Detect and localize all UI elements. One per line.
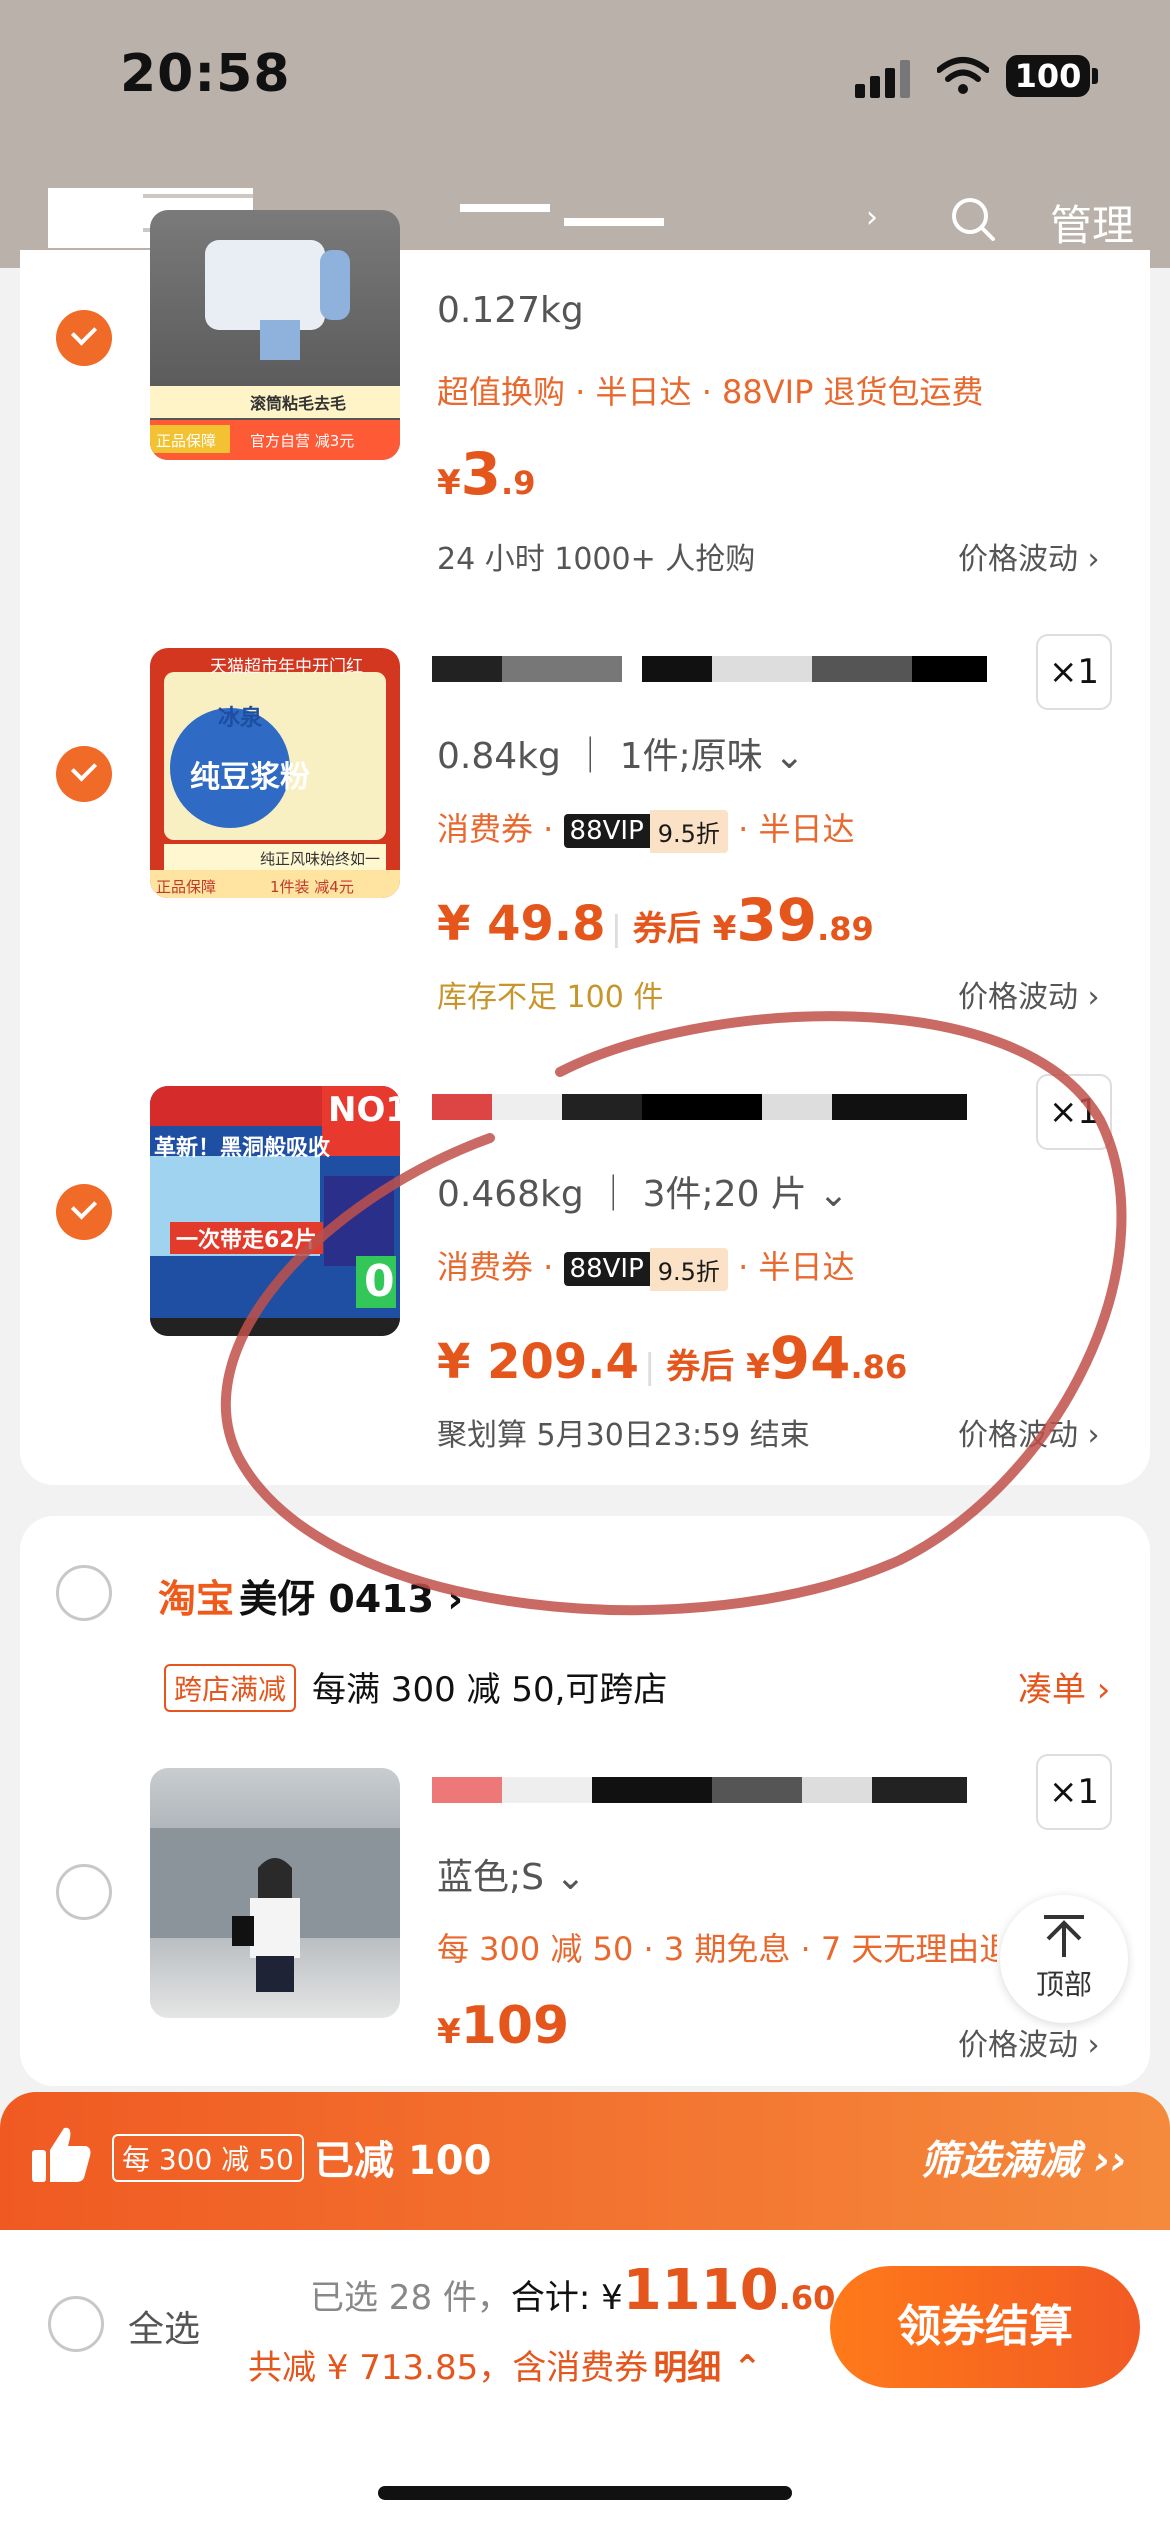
redacted-product-title bbox=[432, 1777, 967, 1803]
vip-discount: 9.5折 bbox=[649, 1247, 728, 1291]
item-weight: 0.127kg bbox=[437, 290, 584, 331]
manage-button[interactable]: 管理 bbox=[1050, 192, 1134, 253]
vip-badge: 88VIP bbox=[563, 814, 650, 848]
thumb-deal: 1件装 减4元 bbox=[270, 878, 354, 896]
item-checkbox[interactable] bbox=[56, 1184, 112, 1240]
vip-badge: 88VIP bbox=[563, 1252, 650, 1286]
coudan-link[interactable]: 凑单 › bbox=[1018, 1662, 1110, 1711]
detail-link[interactable]: 明细 ⌃ bbox=[653, 2348, 761, 2388]
thumb-top: 天猫超市年中开门红 bbox=[210, 657, 363, 677]
item-tags: 消费券 · 88VIP 9.5折 · 半日达 bbox=[437, 1242, 854, 1291]
promo-text: 每满 300 减 50,可跨店 bbox=[312, 1670, 668, 1710]
vip-discount: 9.5折 bbox=[649, 809, 728, 853]
item-tags: 超值换购 · 半日达 · 88VIP 退货包运费 bbox=[437, 373, 984, 411]
quantity-stepper[interactable]: ×1 bbox=[1036, 1074, 1112, 1150]
select-all-label[interactable]: 全选 bbox=[128, 2300, 200, 2352]
price-wave-link[interactable]: 价格波动 › bbox=[958, 534, 1100, 578]
item-tags: 每 300 减 50 · 3 期免息 · 7 天无理由退 bbox=[437, 1930, 997, 1968]
redacted-address[interactable] bbox=[460, 204, 664, 226]
address-chevron-icon[interactable]: › bbox=[866, 200, 878, 235]
status-time: 20:58 bbox=[120, 44, 291, 104]
redacted-product-title bbox=[432, 656, 987, 682]
item-price: ¥ 49.8 | 券后 ¥39.89 bbox=[437, 886, 874, 954]
select-all-checkbox[interactable] bbox=[48, 2296, 104, 2352]
search-icon[interactable] bbox=[950, 196, 996, 242]
item-checkbox[interactable] bbox=[56, 310, 112, 366]
product-image[interactable]: NO1 革新！黑洞般吸收 一次带走62片 0 bbox=[150, 1086, 400, 1336]
quantity-stepper[interactable]: ×1 bbox=[1036, 634, 1112, 710]
battery-icon: 100 bbox=[1006, 55, 1090, 97]
sku-selector[interactable]: 0.468kg ｜ 3件;20 片 ⌄ bbox=[437, 1165, 849, 1217]
model-photo-icon bbox=[150, 1828, 400, 1992]
quantity-stepper[interactable]: ×1 bbox=[1036, 1754, 1112, 1830]
wifi-icon bbox=[937, 57, 989, 94]
thumb-badge: 正品保障 bbox=[156, 432, 217, 450]
back-to-top-button[interactable]: 顶部 bbox=[1000, 1895, 1128, 2023]
store-checkbox[interactable] bbox=[56, 1565, 112, 1621]
product-image[interactable]: 滚筒粘毛去毛 正品保障 官方自营 减3元 bbox=[150, 210, 400, 460]
thumb-caption: 滚筒粘毛去毛 bbox=[250, 394, 347, 413]
sku-selector[interactable]: 蓝色;S ⌄ bbox=[437, 1848, 586, 1900]
sku-selector[interactable]: 0.84kg ｜ 1件;原味 ⌄ bbox=[437, 727, 804, 779]
reduced-amount: 已减 100 bbox=[314, 2138, 492, 2184]
promo-bar[interactable]: 每 300 减 50 已减 100 筛选满减 ›› bbox=[0, 2092, 1170, 2230]
price-wave-link[interactable]: 价格波动 › bbox=[958, 972, 1100, 1016]
item-checkbox[interactable] bbox=[56, 1864, 112, 1920]
thumb-name: 纯豆浆粉 bbox=[190, 760, 310, 795]
price-wave-link[interactable]: 价格波动 › bbox=[958, 2020, 1100, 2064]
filter-promo-button[interactable]: 筛选满减 ›› bbox=[920, 2128, 1127, 2186]
thumb-slogan: 纯正风味始终如一 bbox=[260, 850, 381, 868]
total-line: 已选 28 件，合计: ¥1110.60 bbox=[310, 2258, 836, 2323]
taobao-label: 淘宝 bbox=[158, 1577, 235, 1621]
thumb-brand: 冰泉 bbox=[218, 706, 263, 731]
product-image[interactable] bbox=[150, 1768, 400, 2018]
item-price: ¥3.9 bbox=[437, 440, 536, 508]
thumb-zero: 0 bbox=[364, 1256, 395, 1307]
stock-note: 库存不足 100 件 bbox=[437, 980, 664, 1015]
thumb-banner: 一次带走62片 bbox=[170, 1222, 323, 1254]
store-name[interactable]: 淘宝 美伢 0413 › bbox=[158, 1568, 463, 1623]
thumbs-up-icon bbox=[32, 2127, 91, 2182]
thumb-no1: NO1 bbox=[328, 1090, 400, 1130]
promo-tag: 每 300 减 50 bbox=[112, 2134, 304, 2182]
item-checkbox[interactable] bbox=[56, 746, 112, 802]
lint-roller-icon bbox=[150, 240, 400, 460]
item-price: ¥ 209.4 | 券后 ¥94.86 bbox=[437, 1324, 908, 1392]
cross-store-promo-tag: 跨店满减 bbox=[164, 1664, 297, 1712]
item-sales-note: 24 小时 1000+ 人抢购 bbox=[437, 542, 756, 577]
saved-line: 共减 ¥ 713.85，含消费券 明细 ⌃ bbox=[248, 2348, 762, 2388]
checkout-button[interactable]: 领券结算 bbox=[830, 2266, 1140, 2388]
deal-deadline: 聚划算 5月30日23:59 结束 bbox=[437, 1418, 810, 1453]
back-to-top-label: 顶部 bbox=[1035, 1968, 1092, 2001]
battery-tip bbox=[1092, 68, 1098, 84]
item-price: ¥109 bbox=[437, 1996, 570, 2056]
product-image[interactable]: 天猫超市年中开门红 冰泉 纯豆浆粉 纯正风味始终如一 正品保障 1件装 减4元 bbox=[150, 648, 400, 898]
thumb-deal: 官方自营 减3元 bbox=[250, 432, 355, 450]
home-indicator bbox=[378, 2486, 792, 2500]
redacted-product-title bbox=[432, 1094, 967, 1120]
cellular-signal-icon bbox=[855, 60, 915, 98]
arrow-up-icon bbox=[1044, 1915, 1084, 1957]
thumb-headline: 革新！黑洞般吸收 bbox=[154, 1136, 331, 1161]
thumb-badge: 正品保障 bbox=[156, 878, 217, 896]
item-tags: 消费券 · 88VIP 9.5折 · 半日达 bbox=[437, 804, 854, 853]
price-wave-link[interactable]: 价格波动 › bbox=[958, 1410, 1100, 1454]
